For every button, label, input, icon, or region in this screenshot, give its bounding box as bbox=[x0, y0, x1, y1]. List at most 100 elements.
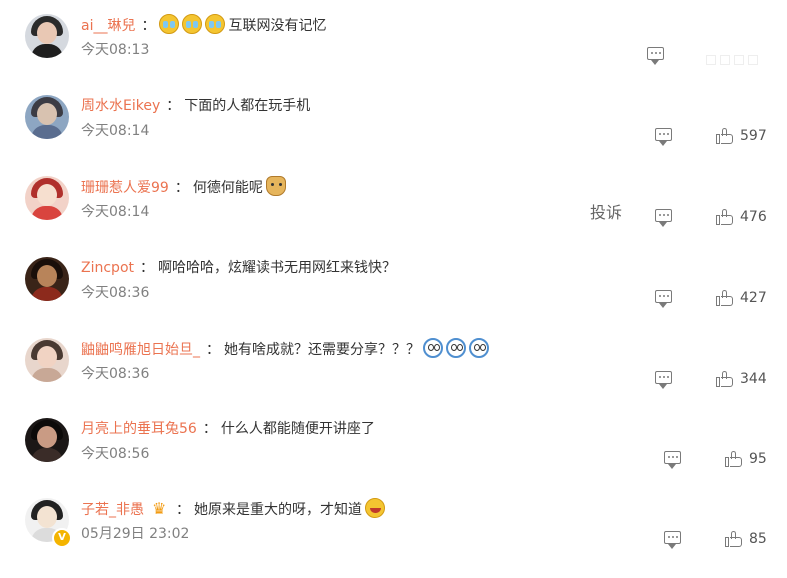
username-link[interactable]: Zincpot bbox=[81, 260, 134, 276]
laugh-cry-emoji bbox=[365, 498, 385, 518]
comment-list: ai__琳兒：互联网没有记忆 今天08:13 周水水Eikey：下面的人都在玩手机今… bbox=[0, 0, 787, 558]
separator-colon: ： bbox=[206, 342, 220, 358]
thumbs-up-icon bbox=[716, 128, 733, 144]
avatar[interactable] bbox=[25, 14, 69, 58]
comment-item: 珊珊惹人爱99 ：何德何能呢今天08:14 投诉 476 bbox=[0, 176, 787, 256]
like-count: 95 bbox=[749, 451, 767, 467]
comment-timestamp: 今天08:36 bbox=[81, 366, 150, 382]
thumbs-up-icon bbox=[716, 290, 733, 306]
comment-item: ai__琳兒 ： 互联网没有记忆今天08:13 bbox=[0, 14, 787, 94]
cat-emoji bbox=[469, 338, 489, 358]
thumbs-up-icon bbox=[716, 371, 733, 387]
comment-item: 鼬鼬鸣雁旭日始旦_ ：她有啥成就？还需要分享？？？ 今天08:36 344 bbox=[0, 338, 787, 418]
reply-comment-icon[interactable] bbox=[655, 209, 672, 227]
like-button[interactable] bbox=[706, 50, 766, 65]
report-button[interactable]: 投诉 bbox=[590, 202, 622, 224]
username-link[interactable]: 子若_非愚 bbox=[81, 502, 144, 518]
reply-comment-icon[interactable] bbox=[655, 128, 672, 146]
comment-content: 月亮上的垂耳兔56 ：什么人都能随便开讲座了 bbox=[81, 418, 375, 440]
avatar[interactable] bbox=[25, 176, 69, 220]
thumbs-up-icon bbox=[725, 451, 742, 467]
comment-content: 鼬鼬鸣雁旭日始旦_ ：她有啥成就？还需要分享？？？ bbox=[81, 338, 492, 360]
comment-content: 珊珊惹人爱99 ：何德何能呢 bbox=[81, 176, 289, 198]
like-count: 476 bbox=[740, 209, 767, 225]
reply-comment-icon[interactable] bbox=[655, 371, 672, 389]
separator-colon: ： bbox=[140, 260, 154, 276]
comment-text: 啊哈哈哈，炫耀读书无用网红来钱快？ bbox=[158, 260, 396, 276]
username-link[interactable]: 周水水Eikey bbox=[81, 98, 160, 114]
avatar-face-shape bbox=[37, 426, 57, 448]
comment-text: 何德何能呢 bbox=[192, 180, 263, 196]
comment-text: 她原来是重大的呀，才知道 bbox=[194, 502, 362, 518]
comment-text: 下面的人都在玩手机 bbox=[184, 98, 311, 114]
avatar[interactable] bbox=[25, 338, 69, 382]
reply-comment-icon[interactable] bbox=[664, 451, 681, 469]
comment-timestamp: 今天08:14 bbox=[81, 123, 150, 139]
avatar-face-shape bbox=[37, 346, 57, 368]
comment-timestamp: 05月29日 23:02 bbox=[81, 526, 190, 542]
like-count: 85 bbox=[749, 531, 767, 547]
cry-emoji bbox=[205, 14, 226, 34]
reply-dots bbox=[659, 214, 661, 216]
avatar-face-shape bbox=[37, 506, 57, 528]
avatar[interactable] bbox=[25, 418, 69, 462]
reply-dots bbox=[659, 295, 661, 297]
like-count: 344 bbox=[740, 371, 767, 387]
comment-timestamp: 今天08:36 bbox=[81, 285, 150, 301]
avatar-face-shape bbox=[37, 103, 57, 125]
avatar-body-shape bbox=[31, 448, 63, 462]
avatar-face-shape bbox=[37, 184, 57, 206]
comment-item: 月亮上的垂耳兔56 ：什么人都能随便开讲座了今天08:56 95 bbox=[0, 418, 787, 498]
username-link[interactable]: 鼬鼬鸣雁旭日始旦_ bbox=[81, 342, 200, 358]
like-count: 427 bbox=[740, 290, 767, 306]
reply-dots bbox=[651, 52, 653, 54]
cat-emoji bbox=[423, 338, 443, 358]
comment-timestamp: 今天08:56 bbox=[81, 446, 150, 462]
thumbs-up-icon bbox=[716, 209, 733, 225]
avatar-body-shape bbox=[31, 368, 63, 382]
comment-text: 她有啥成就？还需要分享？？？ bbox=[224, 342, 420, 358]
username-link[interactable]: ai__琳兒 bbox=[81, 18, 135, 34]
reply-comment-icon[interactable] bbox=[655, 290, 672, 308]
separator-colon: ： bbox=[176, 502, 190, 518]
separator-colon: ： bbox=[166, 98, 181, 114]
comment-timestamp: 今天08:13 bbox=[81, 42, 150, 58]
comment-content: 周水水Eikey ：下面的人都在玩手机 bbox=[81, 95, 310, 117]
reply-comment-icon[interactable] bbox=[664, 531, 681, 549]
cry-emoji bbox=[159, 14, 180, 34]
avatar-body-shape bbox=[31, 287, 63, 301]
avatar-face-shape bbox=[37, 265, 57, 287]
comment-text: 什么人都能随便开讲座了 bbox=[220, 421, 375, 437]
comment-content: ai__琳兒 ： 互联网没有记忆 bbox=[81, 14, 326, 36]
separator-colon: ： bbox=[174, 180, 189, 196]
cry-emoji bbox=[182, 14, 203, 34]
like-count: 597 bbox=[740, 128, 767, 144]
comment-content: Zincpot ：啊哈哈哈，炫耀读书无用网红来钱快？ bbox=[81, 257, 396, 279]
reply-comment-icon[interactable] bbox=[647, 47, 664, 65]
avatar[interactable] bbox=[25, 95, 69, 139]
username-link[interactable]: 月亮上的垂耳兔56 bbox=[81, 421, 197, 437]
comment-item: V 子若_非愚 ：她原来是重大的呀，才知道05月29日 23:02 85 bbox=[0, 498, 787, 578]
comment-content: 子若_非愚 ：她原来是重大的呀，才知道 bbox=[81, 498, 388, 520]
reply-dots bbox=[659, 376, 661, 378]
avatar-body-shape bbox=[31, 206, 63, 220]
cat-emoji bbox=[446, 338, 466, 358]
avatar[interactable] bbox=[25, 257, 69, 301]
avatar-face-shape bbox=[37, 22, 57, 44]
comment-timestamp: 今天08:14 bbox=[81, 204, 150, 220]
username-link[interactable]: 珊珊惹人爱99 bbox=[81, 180, 169, 196]
separator-colon: ： bbox=[202, 421, 217, 437]
comment-text: 互联网没有记忆 bbox=[228, 18, 327, 34]
comment-item: Zincpot ：啊哈哈哈，炫耀读书无用网红来钱快？ 今天08:36 427 bbox=[0, 257, 787, 337]
comment-item: 周水水Eikey ：下面的人都在玩手机今天08:14 597 bbox=[0, 95, 787, 175]
thumbs-up-icon bbox=[725, 531, 742, 547]
reply-dots bbox=[659, 133, 661, 135]
reply-dots bbox=[668, 456, 670, 458]
crown-icon bbox=[152, 498, 168, 520]
doge-emoji bbox=[265, 176, 286, 196]
reply-dots bbox=[668, 536, 670, 538]
separator-colon: ： bbox=[141, 18, 156, 34]
avatar-body-shape bbox=[31, 44, 63, 58]
avatar-body-shape bbox=[31, 125, 63, 139]
verified-badge-icon: V bbox=[52, 528, 72, 548]
